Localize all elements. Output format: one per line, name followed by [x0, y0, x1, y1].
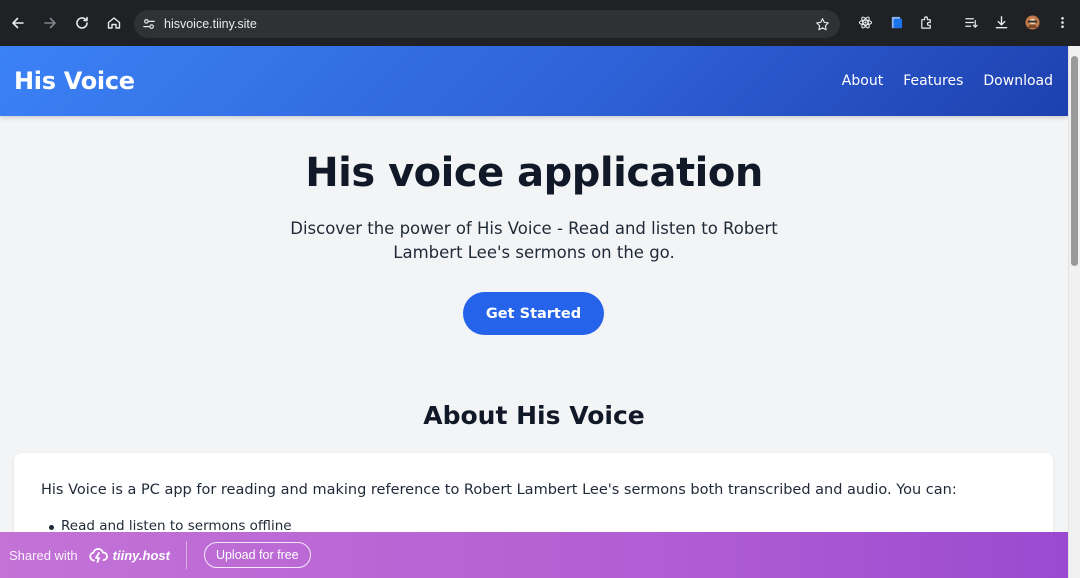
- home-icon[interactable]: [99, 8, 129, 38]
- page-scrollbar[interactable]: [1068, 46, 1080, 578]
- extension-docs-icon[interactable]: [885, 11, 907, 33]
- site-settings-icon[interactable]: [138, 13, 160, 35]
- site-logo[interactable]: His Voice: [14, 67, 135, 95]
- back-icon[interactable]: [3, 8, 33, 38]
- hero-title: His voice application: [305, 150, 763, 196]
- browser-toolbar: hisvoice.tiiny.site: [0, 0, 1080, 46]
- tiiny-host-banner: Shared with tiiny.host Upload for free: [0, 532, 1068, 578]
- menu-kebab-icon[interactable]: [1051, 11, 1073, 33]
- site-header: His Voice About Features Download: [0, 46, 1068, 116]
- hero-subtitle: Discover the power of His Voice - Read a…: [290, 219, 778, 262]
- nav-link-features[interactable]: Features: [903, 73, 963, 89]
- about-description: His Voice is a PC app for reading and ma…: [41, 482, 957, 498]
- about-section-title: About His Voice: [423, 401, 645, 430]
- extensions-puzzle-icon[interactable]: [915, 11, 937, 33]
- address-bar[interactable]: hisvoice.tiiny.site: [134, 10, 840, 38]
- upload-for-free-button[interactable]: Upload for free: [203, 542, 311, 568]
- forward-icon[interactable]: [35, 8, 65, 38]
- reload-icon[interactable]: [67, 8, 97, 38]
- tiiny-host-logo[interactable]: tiiny.host: [88, 545, 170, 565]
- main-nav: About Features Download: [822, 46, 1053, 116]
- download-icon[interactable]: [990, 11, 1012, 33]
- extension-react-icon[interactable]: [854, 11, 876, 33]
- shared-with-label: Shared with: [9, 547, 78, 563]
- get-started-button[interactable]: Get Started: [463, 292, 604, 335]
- nav-link-about[interactable]: About: [842, 73, 883, 89]
- tiiny-cloud-icon: [89, 548, 108, 563]
- bookmark-star-icon[interactable]: [810, 12, 834, 36]
- banner-divider: [185, 541, 187, 569]
- scrollbar-thumb[interactable]: [1071, 56, 1078, 266]
- url-text[interactable]: hisvoice.tiiny.site: [164, 17, 810, 31]
- nav-link-download[interactable]: Download: [983, 73, 1053, 89]
- profile-avatar-icon[interactable]: [1021, 11, 1043, 33]
- reading-list-icon[interactable]: [960, 11, 982, 33]
- tiiny-host-name: tiiny.host: [112, 547, 170, 563]
